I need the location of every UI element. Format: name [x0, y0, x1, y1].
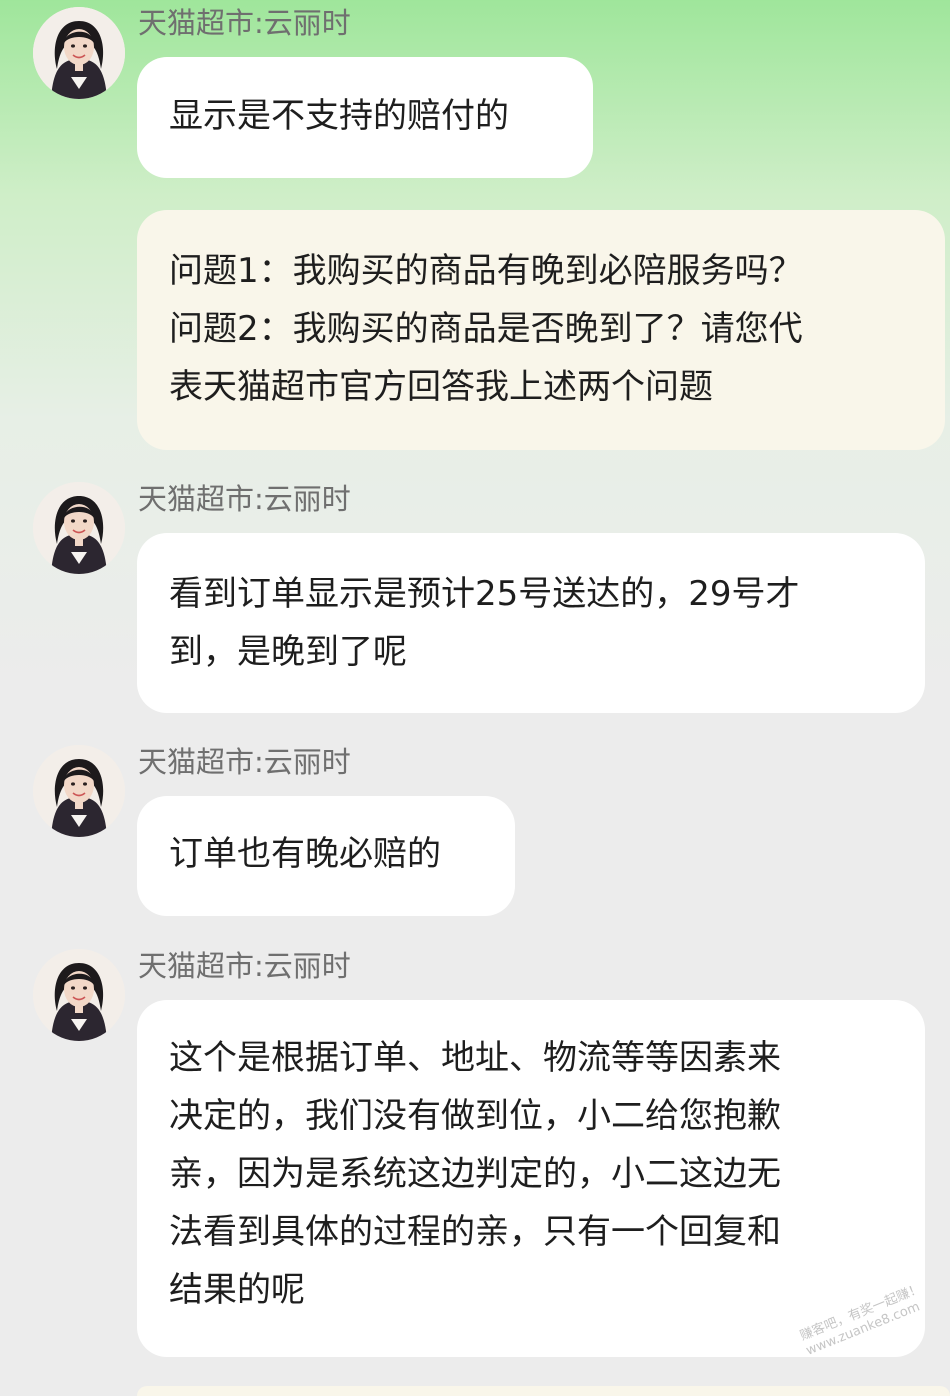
message-text: 亲，因为是系统这边判定的，小二这边无	[169, 1154, 781, 1194]
agent-avatar-icon[interactable]	[33, 745, 125, 837]
sender-name: 天猫超市:云丽时	[138, 482, 351, 516]
message-text: 订单也有晚必赔的	[169, 834, 441, 874]
agent-avatar-icon[interactable]	[33, 482, 125, 574]
agent-avatar-icon[interactable]	[33, 949, 125, 1041]
message-text: 问题2：我购买的商品是否晚到了？请您代	[169, 309, 803, 349]
user-message-bubble[interactable]: 问题1：我购买的商品有晚到必陪服务吗？ 问题2：我购买的商品是否晚到了？请您代 …	[137, 210, 945, 450]
sender-name: 天猫超市:云丽时	[138, 745, 351, 779]
message-text: 表天猫超市官方回答我上述两个问题	[169, 367, 713, 407]
message-text: 结果的呢	[169, 1270, 305, 1310]
user-message-bubble-partial[interactable]	[137, 1386, 950, 1396]
message-text: 法看到具体的过程的亲，只有一个回复和	[169, 1212, 781, 1252]
agent-avatar-icon[interactable]	[33, 7, 125, 99]
sender-name: 天猫超市:云丽时	[138, 6, 351, 40]
agent-message-bubble[interactable]: 这个是根据订单、地址、物流等等因素来 决定的，我们没有做到位，小二给您抱歉 亲，…	[137, 1000, 925, 1357]
message-text: 这个是根据订单、地址、物流等等因素来	[169, 1038, 781, 1078]
sender-name: 天猫超市:云丽时	[138, 949, 351, 983]
message-text: 决定的，我们没有做到位，小二给您抱歉	[169, 1096, 781, 1136]
message-text: 显示是不支持的赔付的	[169, 96, 509, 136]
agent-message-bubble[interactable]: 看到订单显示是预计25号送达的，29号才 到，是晚到了呢	[137, 533, 925, 713]
message-text: 到，是晚到了呢	[169, 632, 407, 672]
agent-message-bubble[interactable]: 订单也有晚必赔的	[137, 796, 515, 916]
message-text: 问题1：我购买的商品有晚到必陪服务吗？	[169, 251, 803, 291]
agent-message-bubble[interactable]: 显示是不支持的赔付的	[137, 57, 593, 178]
message-text: 看到订单显示是预计25号送达的，29号才	[169, 574, 800, 614]
